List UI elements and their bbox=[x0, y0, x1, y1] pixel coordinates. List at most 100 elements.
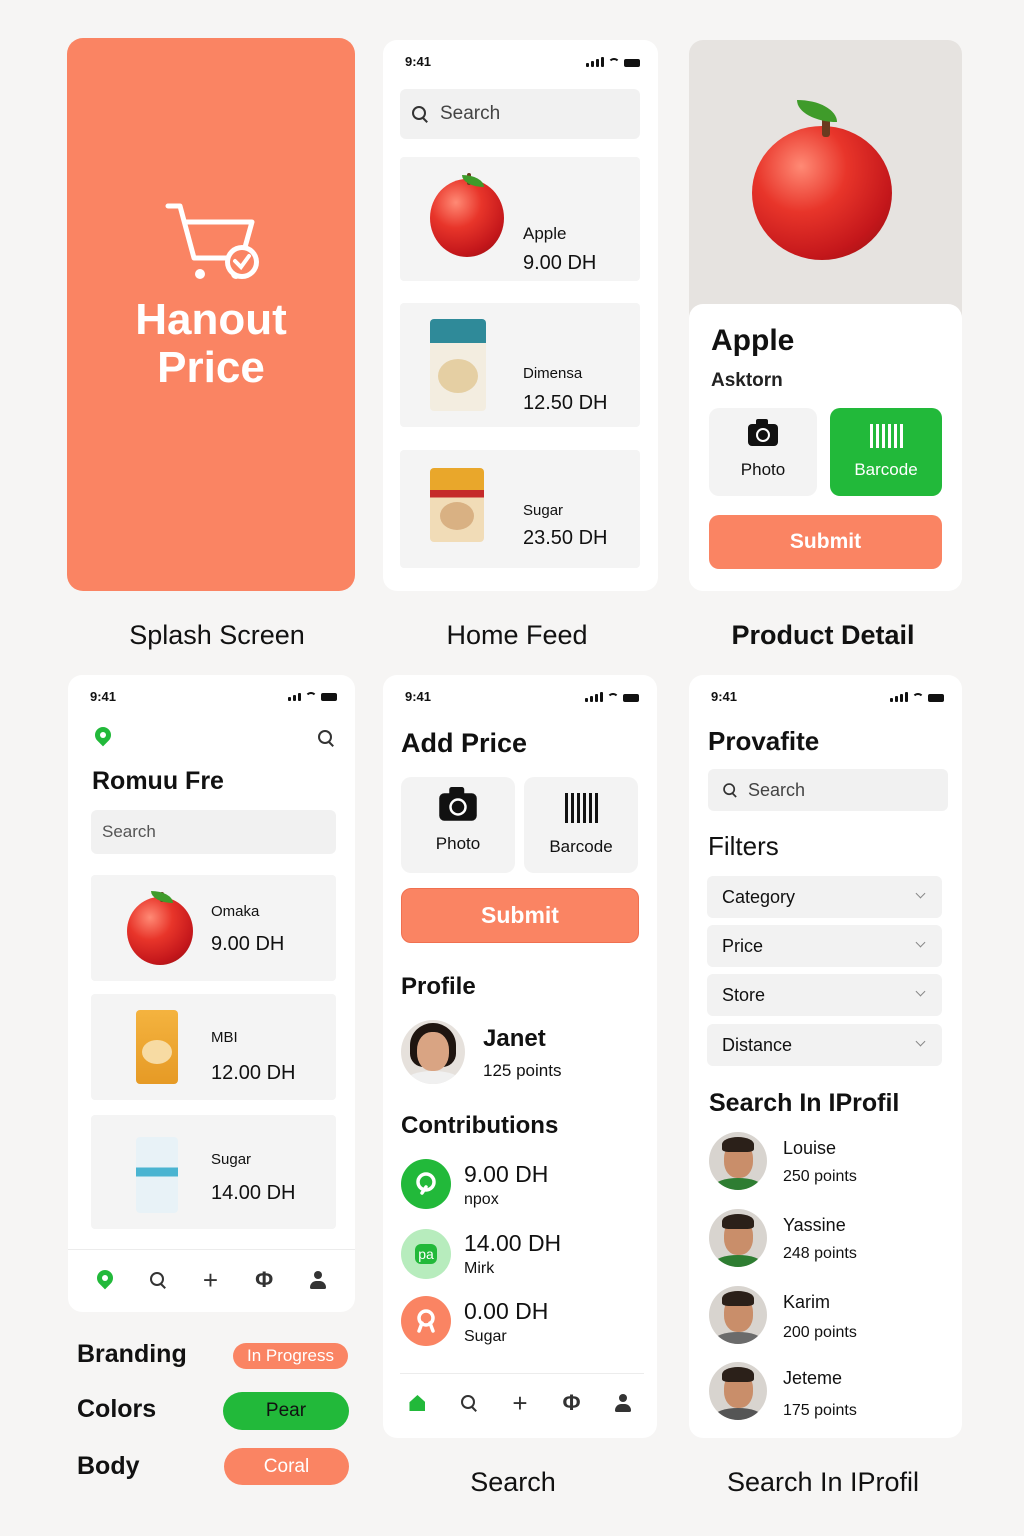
camera-icon bbox=[748, 419, 778, 446]
search-placeholder: Search bbox=[440, 103, 501, 124]
item-price: 9.00 DH bbox=[211, 933, 285, 955]
add-price-screen: 9:41 Add Price Photo Barcode Submit Prof… bbox=[383, 675, 657, 1438]
barcode-button[interactable]: Barcode bbox=[830, 408, 942, 496]
nav-home-icon[interactable] bbox=[408, 1395, 426, 1411]
submit-button[interactable]: Submit bbox=[709, 515, 942, 569]
home-feed-screen: 9:41 Search Apple 9.00 DH Dimensa 12.50 … bbox=[383, 40, 658, 591]
nav-compare-icon[interactable]: Φ bbox=[255, 1267, 273, 1293]
product-detail-screen: Apple Asktorn Photo Barcode Submit bbox=[689, 40, 962, 591]
photo-label: Photo bbox=[435, 834, 481, 853]
item-price: 9.00 DH bbox=[523, 252, 597, 274]
status-icons bbox=[585, 692, 639, 702]
filter-label: Category bbox=[722, 886, 796, 907]
list-item[interactable]: Apple 9.00 DH bbox=[400, 157, 640, 281]
photo-button[interactable]: Photo bbox=[709, 408, 817, 496]
battery-icon bbox=[623, 694, 639, 702]
bottom-nav: + Φ bbox=[391, 1388, 649, 1418]
barcode-button[interactable]: Barcode bbox=[524, 777, 638, 873]
person-name: Louise bbox=[783, 1138, 837, 1158]
nav-map-icon[interactable] bbox=[97, 1270, 113, 1290]
filter-label: Distance bbox=[722, 1034, 793, 1055]
avatar bbox=[709, 1132, 767, 1190]
search-icon bbox=[723, 783, 737, 797]
style-label-body: Body bbox=[77, 1452, 140, 1480]
item-name: Apple bbox=[523, 224, 567, 243]
item-name: Omaka bbox=[211, 903, 260, 920]
nav-search-icon[interactable] bbox=[461, 1395, 477, 1411]
search-input[interactable]: Search bbox=[708, 769, 948, 811]
search-icon bbox=[412, 106, 428, 122]
leaf-image bbox=[797, 100, 837, 122]
wifi-icon bbox=[607, 693, 619, 702]
brand-title: Hanout Price bbox=[67, 296, 355, 392]
apple-image bbox=[752, 115, 892, 260]
signal-icon bbox=[890, 692, 908, 702]
battery-icon bbox=[321, 693, 337, 701]
bottom-nav: + Φ bbox=[78, 1265, 345, 1295]
status-bar: 9:41 bbox=[383, 689, 657, 707]
brand-line-1: Hanout bbox=[135, 295, 287, 344]
photo-button[interactable]: Photo bbox=[401, 777, 515, 873]
price-tag-icon: pa bbox=[401, 1229, 451, 1279]
list-item[interactable]: Karim 200 points bbox=[709, 1286, 949, 1348]
status-bar: 9:41 bbox=[68, 689, 355, 707]
list-item[interactable]: Sugar 14.00 DH bbox=[91, 1115, 336, 1229]
search-input[interactable]: Search bbox=[400, 89, 640, 139]
profile-heading: Profile bbox=[401, 973, 476, 1000]
nav-compare-icon[interactable]: Φ bbox=[562, 1390, 580, 1416]
avatar bbox=[709, 1209, 767, 1267]
submit-button[interactable]: Submit bbox=[401, 888, 639, 943]
nav-search-icon[interactable] bbox=[149, 1272, 166, 1288]
barcode-label: Barcode bbox=[854, 460, 918, 479]
page-title: Provafite bbox=[708, 726, 820, 756]
chevron-down-icon bbox=[915, 986, 926, 997]
page-title: Add Price bbox=[401, 728, 528, 758]
avatar bbox=[709, 1362, 767, 1420]
contributions-heading: Contributions bbox=[401, 1112, 559, 1139]
item-price: 23.50 DH bbox=[523, 527, 608, 549]
award-icon bbox=[401, 1296, 451, 1346]
nav-add-icon[interactable]: + bbox=[512, 1390, 527, 1416]
status-time: 9:41 bbox=[405, 54, 432, 69]
style-label-branding: Branding bbox=[77, 1340, 187, 1368]
filter-label: Price bbox=[722, 935, 764, 956]
list-item[interactable]: Louise 250 points bbox=[709, 1132, 949, 1194]
list-item[interactable]: Omaka 9.00 DH bbox=[91, 875, 336, 981]
item-name: Sugar bbox=[523, 502, 564, 519]
nav-add-icon[interactable]: + bbox=[203, 1267, 218, 1293]
barcode-icon bbox=[869, 424, 903, 448]
contribution-label: npox bbox=[464, 1191, 499, 1208]
chevron-down-icon bbox=[915, 1036, 926, 1047]
wifi-icon bbox=[912, 693, 924, 702]
product-image bbox=[430, 468, 484, 542]
list-item[interactable]: MBI 12.00 DH bbox=[91, 994, 336, 1100]
brand-line-2: Price bbox=[157, 343, 265, 392]
product-detail-caption: Product Detail bbox=[731, 620, 915, 650]
nav-profile-icon[interactable] bbox=[615, 1394, 632, 1412]
nav-profile-icon[interactable] bbox=[310, 1271, 327, 1289]
filters-heading: Filters bbox=[708, 831, 779, 861]
signal-icon bbox=[586, 57, 604, 67]
person-points: 200 points bbox=[783, 1324, 857, 1341]
barcode-icon bbox=[564, 793, 598, 823]
status-bar: 9:41 bbox=[383, 54, 658, 72]
item-price: 12.50 DH bbox=[523, 392, 608, 414]
location-badge-icon bbox=[401, 1159, 451, 1209]
list-item[interactable]: Dimensa 12.50 DH bbox=[400, 303, 640, 427]
person-name: Jeteme bbox=[783, 1368, 843, 1388]
filter-distance-dropdown[interactable]: Distance bbox=[707, 1024, 942, 1066]
filter-price-dropdown[interactable]: Price bbox=[707, 925, 942, 967]
person-points: 248 points bbox=[783, 1245, 857, 1262]
filter-store-dropdown[interactable]: Store bbox=[707, 974, 942, 1016]
style-label-colors: Colors bbox=[77, 1395, 157, 1423]
person-name: Karim bbox=[783, 1292, 831, 1312]
search-input[interactable]: Search bbox=[91, 810, 336, 854]
filter-category-dropdown[interactable]: Category bbox=[707, 876, 942, 918]
list-item[interactable]: Jeteme 175 points bbox=[709, 1362, 949, 1424]
status-badge: In Progress bbox=[233, 1343, 348, 1369]
person-points: 175 points bbox=[783, 1402, 857, 1419]
status-time: 9:41 bbox=[711, 689, 738, 704]
list-item[interactable]: Sugar 23.50 DH bbox=[400, 450, 640, 568]
splash-caption: Splash Screen bbox=[129, 620, 305, 650]
list-item[interactable]: Yassine 248 points bbox=[709, 1209, 949, 1271]
